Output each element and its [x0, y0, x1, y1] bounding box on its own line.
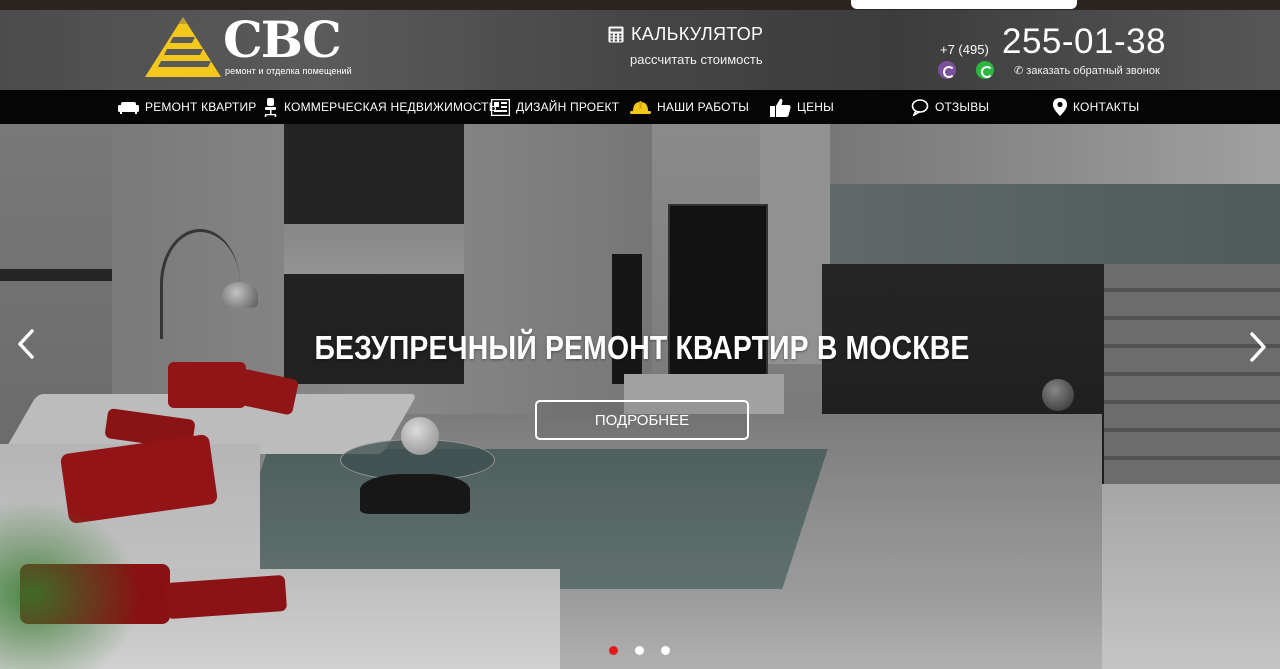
nav-label[interactable]: РЕМОНТ КВАРТИР: [145, 100, 257, 114]
header: CBC ремонт и отделка помещений КАЛЬКУЛЯТ…: [0, 10, 1280, 90]
phone-code: +7 (495): [940, 42, 989, 57]
nav-label[interactable]: КОНТАКТЫ: [1073, 100, 1139, 114]
nav-label[interactable]: КОММЕРЧЕСКАЯ НЕДВИЖИМОСТЬ: [284, 100, 497, 114]
nav-label[interactable]: ЦЕНЫ: [797, 100, 834, 114]
calculator-block[interactable]: КАЛЬКУЛЯТОР рассчитать стоимость: [608, 24, 763, 67]
callback-link[interactable]: ✆ заказать обратный звонок: [1014, 64, 1160, 77]
phone-block: +7 (495) 255-01-38 ✆ заказать обратный з…: [938, 22, 1178, 88]
nav-item-commercial[interactable]: КОММЕРЧЕСКАЯ НЕДВИЖИМОСТЬ: [263, 90, 497, 124]
calculator-title[interactable]: КАЛЬКУЛЯТОР: [631, 24, 763, 45]
nav-label[interactable]: НАШИ РАБОТЫ: [657, 100, 749, 114]
site-logo[interactable]: CBC ремонт и отделка помещений: [143, 11, 352, 81]
phone-number[interactable]: 255-01-38: [1002, 22, 1166, 62]
nav-item-contacts[interactable]: КОНТАКТЫ: [1053, 90, 1139, 124]
slider-dot-2[interactable]: [635, 646, 644, 655]
slider-dot-3[interactable]: [661, 646, 670, 655]
office-chair-icon: [264, 97, 277, 117]
blueprint-icon: [491, 98, 510, 116]
nav-item-prices[interactable]: ЦЕНЫ: [770, 90, 834, 124]
nav-item-our-works[interactable]: НАШИ РАБОТЫ: [630, 90, 749, 124]
pyramid-logo-icon: [145, 17, 221, 77]
thumbs-up-icon: [770, 98, 791, 117]
nav-item-apartment-renovation[interactable]: РЕМОНТ КВАРТИР: [118, 90, 257, 124]
hero-more-button[interactable]: ПОДРОБНЕЕ: [535, 400, 749, 440]
phone-icon: ✆: [1014, 65, 1027, 77]
slider-dot-1[interactable]: [609, 646, 618, 655]
nav-label[interactable]: ОТЗЫВЫ: [935, 100, 989, 114]
whatsapp-icon[interactable]: [976, 61, 994, 79]
hero-title: БЕЗУПРЕЧНЫЙ РЕМОНТ КВАРТИР В МОСКВЕ: [314, 329, 970, 366]
nav-label[interactable]: ДИЗАЙН ПРОЕКТ: [516, 100, 619, 114]
hard-hat-icon: [630, 100, 651, 114]
next-slide-arrow-icon[interactable]: [1248, 331, 1268, 363]
nav-item-design-project[interactable]: ДИЗАЙН ПРОЕКТ: [491, 90, 619, 124]
top-tab: [851, 0, 1077, 9]
map-pin-icon: [1053, 98, 1067, 116]
nav-item-reviews[interactable]: ОТЗЫВЫ: [911, 90, 989, 124]
hero-slider: БЕЗУПРЕЧНЫЙ РЕМОНТ КВАРТИР В МОСКВЕ ПОДР…: [0, 124, 1280, 669]
main-nav: РЕМОНТ КВАРТИР КОММЕРЧЕСКАЯ НЕДВИЖИМОСТЬ…: [0, 90, 1280, 124]
callback-label[interactable]: заказать обратный звонок: [1026, 65, 1159, 77]
sofa-icon: [118, 102, 139, 114]
top-strip: [0, 0, 1280, 10]
prev-slide-arrow-icon[interactable]: [16, 328, 36, 360]
viber-icon[interactable]: [938, 61, 956, 79]
speech-bubble-icon: [911, 98, 929, 116]
slider-dots: [609, 646, 670, 655]
calculator-subtitle[interactable]: рассчитать стоимость: [630, 52, 763, 67]
calculator-icon: [608, 26, 624, 43]
logo-tagline: ремонт и отделка помещений: [225, 66, 352, 76]
logo-brand: CBC: [223, 10, 342, 69]
